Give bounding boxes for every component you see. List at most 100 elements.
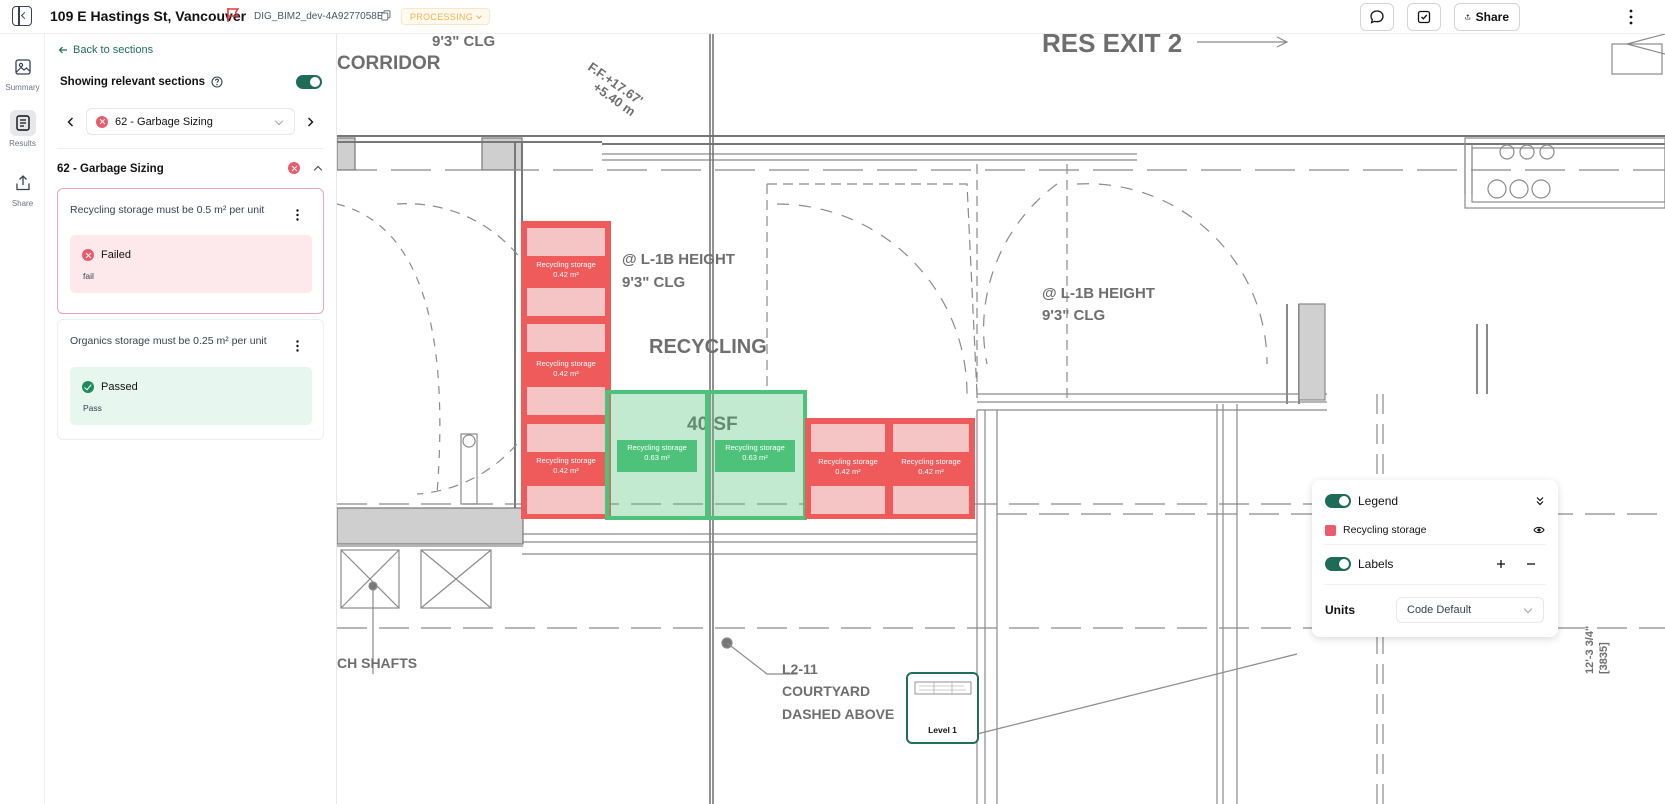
legend-item: Recycling storage <box>1325 524 1426 536</box>
minimap-preview <box>914 681 972 695</box>
rule-text: Recycling storage must be 0.5 m² per uni… <box>70 204 265 216</box>
storage-label[interactable]: Recycling storage 0.42 m² <box>527 453 605 483</box>
plan-label: RECYCLING <box>649 336 767 358</box>
storage-cell[interactable] <box>811 424 885 452</box>
plus-icon[interactable] <box>1496 559 1506 569</box>
legend-item-label: Recycling storage <box>1343 524 1427 536</box>
top-bar: 109 E Hastings St, Vancouver DIG_BIM2_de… <box>0 0 1665 34</box>
storage-label-name: Recycling storage <box>725 443 785 452</box>
failed-status-icon <box>96 115 108 128</box>
plan-label: 12'-3 3/4" <box>1584 626 1596 674</box>
double-chevron-down-icon[interactable] <box>1535 496 1545 506</box>
plan-label: 9'3" CLG <box>432 34 495 50</box>
rule-status-detail: Pass <box>83 403 102 413</box>
plan-label: CH SHAFTS <box>337 655 417 671</box>
chevron-down-icon <box>476 12 482 19</box>
storage-label-area: 0.42 m² <box>553 270 579 279</box>
storage-label-name: Recycling storage <box>818 457 878 466</box>
storage-cell[interactable] <box>527 486 605 514</box>
project-title: 109 E Hastings St, Vancouver <box>50 8 247 24</box>
storage-cell[interactable] <box>527 288 605 316</box>
plan-label: DASHED ABOVE <box>782 706 894 722</box>
storage-cell[interactable] <box>527 228 605 256</box>
rail-item-label: Summary <box>5 83 40 92</box>
flag-icon[interactable] <box>226 7 240 23</box>
level-minimap[interactable]: Level 1 <box>906 672 979 744</box>
rail-item-share[interactable]: Share <box>0 170 45 208</box>
rail-item-label: Results <box>9 139 36 148</box>
legend-swatch <box>1325 524 1336 536</box>
section-select[interactable]: 62 - Garbage Sizing <box>86 108 295 135</box>
more-options-icon[interactable] <box>1629 8 1633 26</box>
storage-cell[interactable] <box>893 424 969 452</box>
failed-status-icon <box>82 249 94 261</box>
labels-toggle[interactable] <box>1325 557 1351 571</box>
minimap-label: Level 1 <box>928 725 957 735</box>
chevron-down-icon <box>1523 604 1533 614</box>
minus-icon[interactable] <box>1526 559 1536 569</box>
rule-card[interactable]: Organics storage must be 0.25 m² per uni… <box>57 319 324 440</box>
chevron-left-icon[interactable] <box>64 115 78 129</box>
status-badge-label: PROCESSING <box>410 11 474 22</box>
units-label: Units <box>1325 603 1355 617</box>
more-options-icon[interactable] <box>296 340 299 352</box>
status-badge[interactable]: PROCESSING <box>401 8 491 25</box>
eye-icon[interactable] <box>1533 525 1545 535</box>
plan-label: CORRIDOR <box>337 53 441 74</box>
results-panel: Back to sections Showing relevant sectio… <box>45 34 337 804</box>
upload-icon <box>10 170 36 196</box>
units-select-value: Code Default <box>1407 604 1472 616</box>
tasks-button[interactable] <box>1407 3 1441 31</box>
storage-label[interactable]: Recycling storage 0.42 m² <box>893 454 969 484</box>
chevron-up-icon[interactable] <box>313 165 323 175</box>
rule-status-box: Passed Pass <box>70 367 312 425</box>
storage-label-name: Recycling storage <box>901 457 961 466</box>
storage-cell[interactable] <box>527 324 605 352</box>
more-options-icon[interactable] <box>296 209 299 221</box>
rail-item-summary[interactable]: Summary <box>0 54 45 92</box>
rail-item-results[interactable]: Results <box>0 110 45 148</box>
arrow-left-icon <box>58 46 67 54</box>
plan-label: @ L-1B HEIGHT <box>1042 285 1155 302</box>
floor-plan-canvas[interactable]: 9'3" CLG CORRIDOR F.F.+17.67' +5.40 m RE… <box>337 34 1665 804</box>
divider <box>57 148 324 149</box>
labels-header: Labels <box>1325 557 1393 571</box>
storage-cell[interactable] <box>527 424 605 452</box>
comments-button[interactable] <box>1360 3 1394 31</box>
plan-label: COURTYARD <box>782 683 870 699</box>
chat-bubble-icon <box>1370 10 1384 24</box>
rule-text: Organics storage must be 0.25 m² per uni… <box>70 335 267 347</box>
storage-divider <box>705 390 709 520</box>
checkbox-icon <box>1417 10 1431 24</box>
failed-status-icon <box>288 162 300 174</box>
copy-icon[interactable] <box>381 10 391 21</box>
plan-label: L2-11 <box>782 661 818 677</box>
section-select-value: 62 - Garbage Sizing <box>115 115 213 128</box>
back-link-label: Back to sections <box>73 44 154 56</box>
back-to-sections-link[interactable]: Back to sections <box>58 44 153 56</box>
sidebar-toggle-icon[interactable] <box>12 6 32 26</box>
storage-cell[interactable] <box>527 387 605 415</box>
storage-label[interactable]: Recycling storage 0.42 m² <box>811 454 885 484</box>
storage-label[interactable]: Recycling storage 0.63 m² <box>617 440 697 472</box>
share-button[interactable]: Share <box>1454 3 1520 31</box>
document-icon <box>9 110 36 136</box>
rule-card[interactable]: Recycling storage must be 0.5 m² per uni… <box>57 188 324 314</box>
storage-label-area: 0.42 m² <box>835 467 861 476</box>
storage-label-name: Recycling storage <box>536 260 596 269</box>
passed-status-icon <box>82 381 94 393</box>
storage-cell[interactable] <box>811 486 885 514</box>
storage-label[interactable]: Recycling storage 0.63 m² <box>715 440 795 472</box>
section-heading: 62 - Garbage Sizing <box>57 163 164 175</box>
storage-label[interactable]: Recycling storage 0.42 m² <box>527 257 605 287</box>
chevron-right-icon[interactable] <box>303 115 317 129</box>
relevant-sections-toggle[interactable] <box>296 75 322 89</box>
help-icon[interactable] <box>211 76 223 88</box>
legend-toggle[interactable] <box>1325 494 1351 508</box>
rule-status-box: Failed fail <box>70 235 312 293</box>
storage-label[interactable]: Recycling storage 0.42 m² <box>527 356 605 386</box>
storage-cell[interactable] <box>893 486 969 514</box>
units-select[interactable]: Code Default <box>1396 597 1544 623</box>
storage-label-area: 0.63 m² <box>742 453 768 462</box>
chevron-down-icon <box>274 116 284 126</box>
